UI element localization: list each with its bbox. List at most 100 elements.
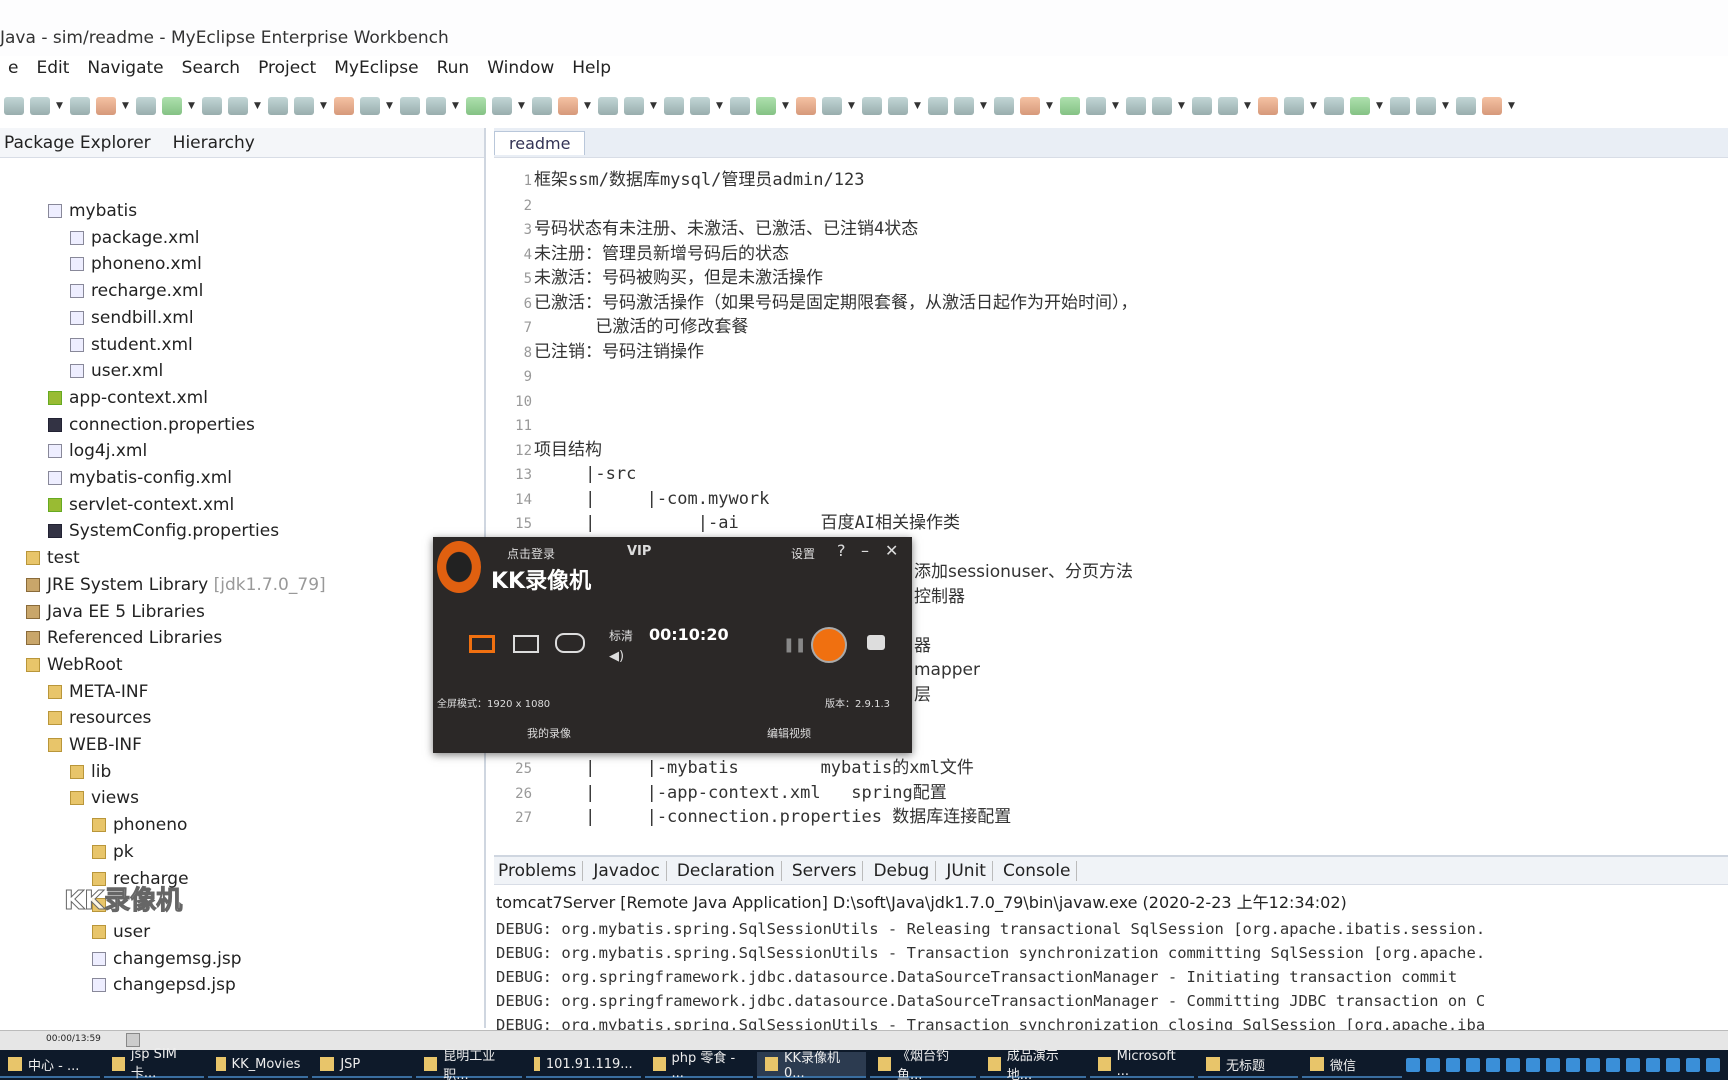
tray-icon[interactable] bbox=[1446, 1058, 1460, 1072]
my-recordings-button[interactable]: 我的录像 bbox=[527, 725, 571, 741]
taskbar-item[interactable]: 微信 bbox=[1301, 1052, 1402, 1078]
tree-item[interactable]: Java EE 5 Libraries bbox=[26, 599, 205, 625]
toolbar-button[interactable] bbox=[360, 97, 380, 115]
tab-hierarchy[interactable]: Hierarchy bbox=[169, 133, 259, 153]
toolbar-button[interactable] bbox=[1060, 97, 1080, 115]
tree-item[interactable]: changemsg.jsp bbox=[92, 946, 242, 972]
toolbar-button[interactable] bbox=[228, 97, 248, 115]
menu-run[interactable]: Run bbox=[429, 58, 480, 84]
toolbar-button[interactable] bbox=[954, 97, 974, 115]
toolbar-button[interactable] bbox=[268, 97, 288, 115]
dropdown-arrow-icon[interactable]: ▼ bbox=[1046, 101, 1054, 111]
toolbar-button[interactable] bbox=[1020, 97, 1040, 115]
toolbar-button[interactable] bbox=[1350, 97, 1370, 115]
toolbar-button[interactable] bbox=[532, 97, 552, 115]
dropdown-arrow-icon[interactable]: ▼ bbox=[254, 101, 262, 111]
toolbar-button[interactable] bbox=[426, 97, 446, 115]
tree-item[interactable]: connection.properties bbox=[48, 412, 255, 438]
toolbar-button[interactable] bbox=[96, 97, 116, 115]
tree-item[interactable]: resources bbox=[48, 705, 151, 731]
playback-slider[interactable] bbox=[126, 1033, 140, 1047]
toolbar-button[interactable] bbox=[1218, 97, 1238, 115]
toolbar-button[interactable] bbox=[624, 97, 644, 115]
dropdown-arrow-icon[interactable]: ▼ bbox=[1442, 101, 1450, 111]
dropdown-arrow-icon[interactable]: ▼ bbox=[1310, 101, 1318, 111]
tree-item[interactable]: lib bbox=[70, 759, 111, 785]
dropdown-arrow-icon[interactable]: ▼ bbox=[518, 101, 526, 111]
taskbar-item[interactable]: 昆明工业职... bbox=[416, 1049, 523, 1083]
tree-item[interactable]: mybatis bbox=[48, 198, 137, 224]
dropdown-arrow-icon[interactable]: ▼ bbox=[452, 101, 460, 111]
dropdown-arrow-icon[interactable]: ▼ bbox=[1112, 101, 1120, 111]
toolbar-button[interactable] bbox=[4, 97, 24, 115]
toolbar-button[interactable] bbox=[1284, 97, 1304, 115]
tray-icon[interactable] bbox=[1666, 1058, 1680, 1072]
toolbar-button[interactable] bbox=[822, 97, 842, 115]
toolbar-button[interactable] bbox=[1192, 97, 1212, 115]
dropdown-arrow-icon[interactable]: ▼ bbox=[1178, 101, 1186, 111]
minimize-button[interactable]: – bbox=[861, 541, 869, 560]
toolbar-button[interactable] bbox=[492, 97, 512, 115]
fullscreen-mode-icon[interactable] bbox=[469, 635, 495, 653]
toolbar-button[interactable] bbox=[730, 97, 750, 115]
toolbar-button[interactable] bbox=[862, 97, 882, 115]
taskbar-item[interactable]: 中心 - ... bbox=[0, 1052, 100, 1078]
taskbar-item[interactable]: JSP bbox=[312, 1052, 413, 1078]
toolbar-button[interactable] bbox=[1390, 97, 1410, 115]
taskbar-item[interactable]: 101.91.119... bbox=[526, 1052, 641, 1078]
tree-item[interactable]: app-context.xml bbox=[48, 385, 208, 411]
tree-item[interactable]: phoneno bbox=[92, 812, 187, 838]
toolbar-button[interactable] bbox=[1456, 97, 1476, 115]
tray-icon[interactable] bbox=[1686, 1058, 1700, 1072]
tree-item[interactable]: log4j.xml bbox=[48, 438, 147, 464]
vip-link[interactable]: VIP bbox=[627, 544, 651, 559]
toolbar-button[interactable] bbox=[1416, 97, 1436, 115]
toolbar-button[interactable] bbox=[202, 97, 222, 115]
dropdown-arrow-icon[interactable]: ▼ bbox=[122, 101, 130, 111]
toolbar-button[interactable] bbox=[1152, 97, 1172, 115]
game-mode-icon[interactable] bbox=[555, 633, 585, 653]
menu-edit[interactable]: Edit bbox=[28, 58, 79, 84]
tab-package-explorer[interactable]: Package Explorer bbox=[0, 133, 155, 153]
tree-item[interactable]: user bbox=[92, 919, 150, 945]
toolbar-button[interactable] bbox=[690, 97, 710, 115]
taskbar-item[interactable]: KK录像机 0... bbox=[757, 1051, 867, 1081]
tree-item[interactable]: user.xml bbox=[70, 358, 163, 384]
toolbar-button[interactable] bbox=[888, 97, 908, 115]
help-button[interactable]: ? bbox=[837, 541, 846, 560]
toolbar-button[interactable] bbox=[1126, 97, 1146, 115]
toolbar-button[interactable] bbox=[1482, 97, 1502, 115]
dropdown-arrow-icon[interactable]: ▼ bbox=[914, 101, 922, 111]
tab-javadoc[interactable]: Javadoc bbox=[593, 860, 667, 881]
tray-icon[interactable] bbox=[1646, 1058, 1660, 1072]
toolbar-button[interactable] bbox=[756, 97, 776, 115]
tray-icon[interactable] bbox=[1706, 1058, 1720, 1072]
dropdown-arrow-icon[interactable]: ▼ bbox=[320, 101, 328, 111]
volume-icon[interactable]: ◀) bbox=[609, 649, 624, 664]
dropdown-arrow-icon[interactable]: ▼ bbox=[386, 101, 394, 111]
tree-item[interactable]: WEB-INF bbox=[48, 732, 142, 758]
toolbar-button[interactable] bbox=[598, 97, 618, 115]
tree-item[interactable]: Referenced Libraries bbox=[26, 625, 222, 651]
menu-window[interactable]: Window bbox=[479, 58, 564, 84]
toolbar-button[interactable] bbox=[294, 97, 314, 115]
tray-icon[interactable] bbox=[1566, 1058, 1580, 1072]
toolbar-button[interactable] bbox=[466, 97, 486, 115]
tree-item[interactable]: phoneno.xml bbox=[70, 251, 202, 277]
dropdown-arrow-icon[interactable]: ▼ bbox=[1376, 101, 1384, 111]
tree-item[interactable]: mybatis-config.xml bbox=[48, 465, 232, 491]
tab-problems[interactable]: Problems bbox=[498, 860, 584, 881]
toolbar-button[interactable] bbox=[334, 97, 354, 115]
tree-item[interactable]: package.xml bbox=[70, 225, 200, 251]
close-button[interactable]: ✕ bbox=[885, 541, 898, 560]
dropdown-arrow-icon[interactable]: ▼ bbox=[980, 101, 988, 111]
toolbar-button[interactable] bbox=[30, 97, 50, 115]
taskbar-item[interactable]: 《烟台钓鱼... bbox=[870, 1049, 976, 1083]
toolbar-button[interactable] bbox=[1324, 97, 1344, 115]
tray-icon[interactable] bbox=[1406, 1058, 1420, 1072]
dropdown-arrow-icon[interactable]: ▼ bbox=[716, 101, 724, 111]
login-link[interactable]: 点击登录 bbox=[507, 545, 555, 562]
taskbar-item[interactable]: jsp SIM卡... bbox=[104, 1047, 205, 1081]
menu-e[interactable]: e bbox=[0, 58, 28, 84]
tray-icon[interactable] bbox=[1546, 1058, 1560, 1072]
